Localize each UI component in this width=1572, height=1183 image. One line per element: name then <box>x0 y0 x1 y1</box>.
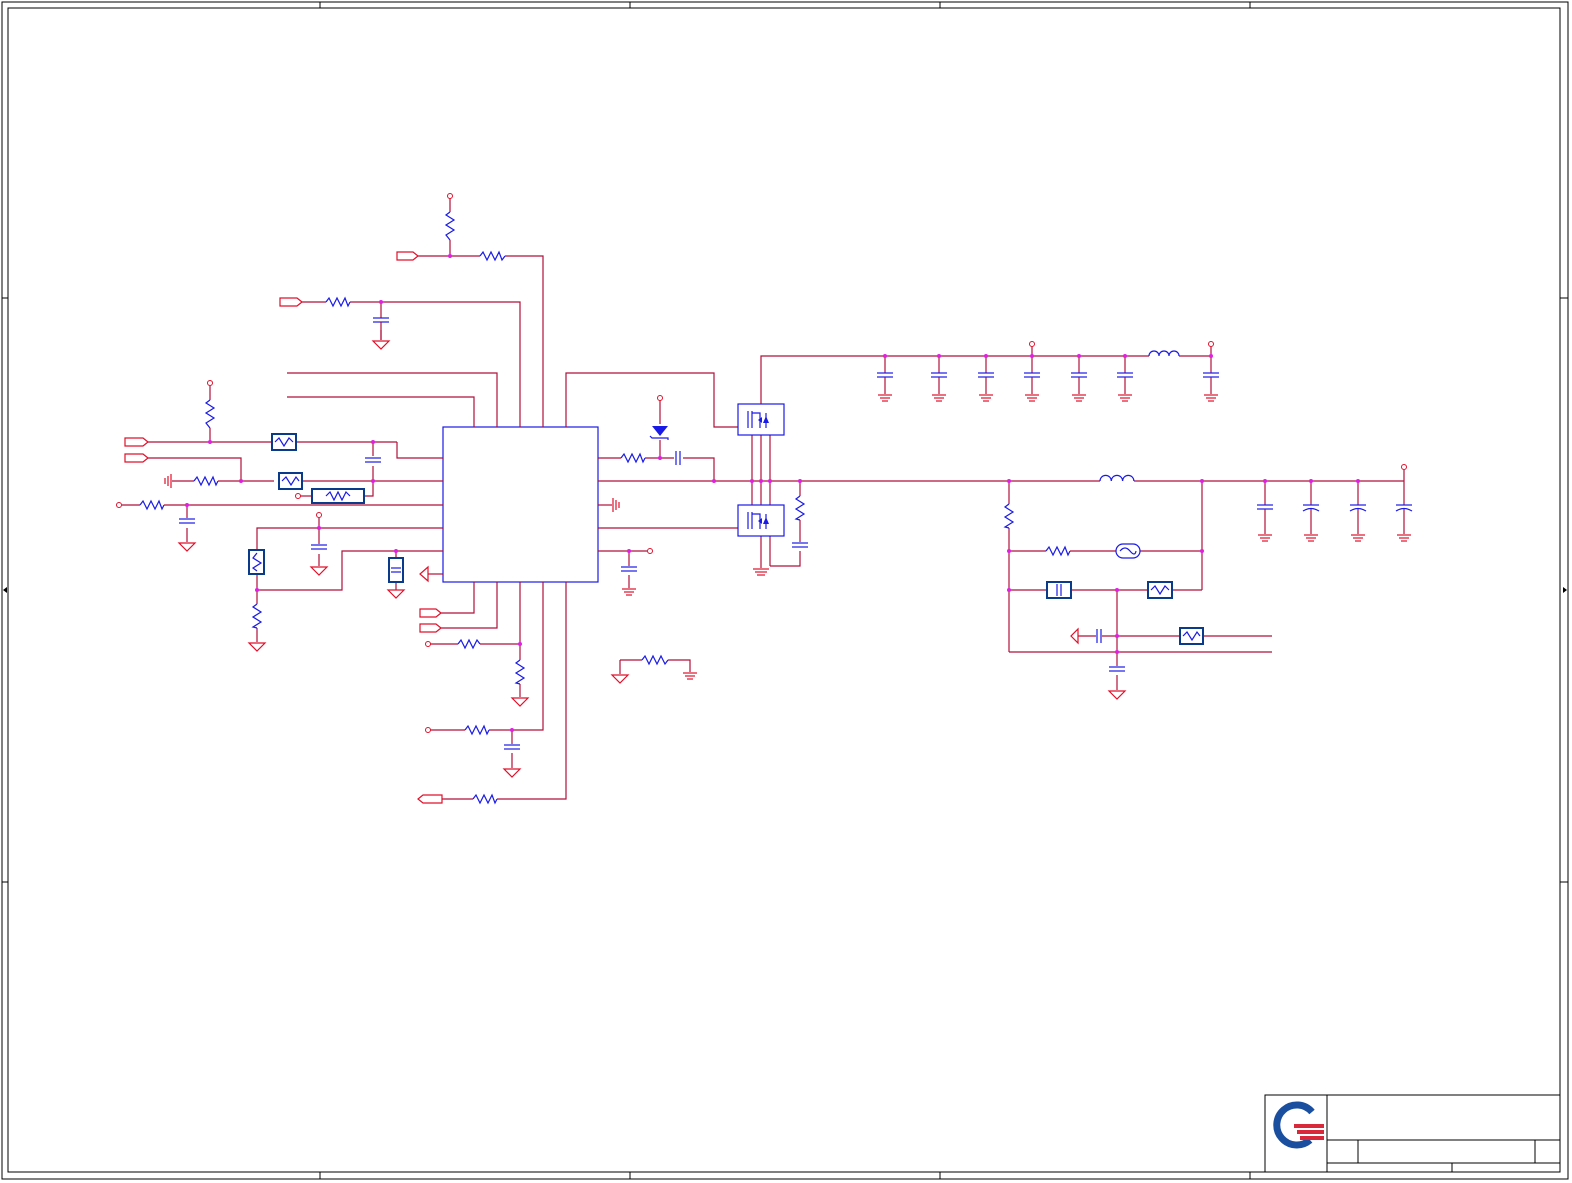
port-in-1 <box>396 251 419 261</box>
resistor-r13 <box>620 452 646 464</box>
capacitor-c2 <box>931 356 947 394</box>
bootstrap-diode <box>649 426 669 440</box>
fuse <box>1115 543 1141 559</box>
vertical-sense-resistor <box>248 549 265 575</box>
capacitor-c15 <box>311 544 327 550</box>
ground-symbols <box>164 340 1411 778</box>
port-bidir-1 <box>417 794 443 804</box>
resistor-r5 <box>193 475 219 487</box>
capacitor-c14 <box>179 518 195 524</box>
resistor-r10 <box>464 724 490 736</box>
capacitors-misc <box>179 317 1125 750</box>
current-sense-resistor-1 <box>271 433 297 451</box>
current-sense-resistor-2 <box>278 472 303 490</box>
capacitor-c17 <box>504 744 520 750</box>
capacitor-c3 <box>978 356 994 394</box>
port-in-3 <box>124 437 149 447</box>
input-capacitor-bank <box>877 356 1219 394</box>
resistor-r3 <box>325 296 351 308</box>
port-in-4 <box>124 453 149 463</box>
current-sense-resistor-3 <box>311 488 365 504</box>
high-side-mosfet <box>737 403 785 436</box>
schematic-drawing <box>1 1 1569 1180</box>
inductor-l1 <box>1148 350 1180 357</box>
resistor-r1 <box>444 211 456 241</box>
capacitor-c5 <box>1071 356 1087 394</box>
resistor-r6 <box>139 499 165 511</box>
resistor-r2 <box>479 250 506 262</box>
resistor-r14 <box>794 495 806 521</box>
drawing-frame <box>1 1 1569 1180</box>
capacitor-c18 <box>675 451 681 465</box>
capacitor-c8 <box>1257 481 1273 534</box>
resistor-r12 <box>641 654 669 666</box>
capacitor-c21 <box>1109 666 1125 672</box>
capacitor-c7 <box>1203 356 1219 394</box>
capacitor-c10 <box>1349 481 1367 534</box>
schematic-sheet <box>0 0 1572 1183</box>
capacitor-c4 <box>1024 356 1040 394</box>
resistor-r16 <box>1045 545 1071 557</box>
port-out-1 <box>419 608 442 618</box>
boxed-resistor-2 <box>1179 627 1204 645</box>
capacitor-c16 <box>621 566 637 572</box>
port-in-2 <box>279 297 303 307</box>
low-side-mosfet <box>737 504 785 537</box>
capacitor-c6 <box>1117 356 1133 394</box>
port-out-2 <box>419 623 442 633</box>
capacitor-c11 <box>1395 481 1413 534</box>
resistor-r9 <box>514 659 526 685</box>
inductor-l2 <box>1099 474 1135 482</box>
inductors <box>1099 350 1180 482</box>
q-logo-icon <box>1273 1101 1324 1149</box>
resistor-r7 <box>251 603 263 629</box>
resistor-r8 <box>457 638 481 650</box>
resistor-r15 <box>1003 503 1015 529</box>
boxed-components <box>248 433 1204 645</box>
boxed-capacitor-1 <box>388 557 404 583</box>
capacitor-c12 <box>373 317 389 340</box>
controller-ic <box>442 426 599 583</box>
capacitor-c9 <box>1302 481 1320 534</box>
resistor-r11 <box>472 793 498 805</box>
capacitor-c1 <box>877 356 893 394</box>
capacitor-c13 <box>365 457 381 463</box>
boxed-resistor-1 <box>1147 581 1173 599</box>
title-block <box>1264 1094 1561 1173</box>
output-capacitor-bank <box>1257 481 1413 534</box>
resistor-r4 <box>204 399 216 429</box>
boxed-capacitor-2 <box>1046 581 1072 599</box>
capacitor-c20 <box>1096 629 1102 643</box>
capacitor-c19 <box>792 542 808 548</box>
